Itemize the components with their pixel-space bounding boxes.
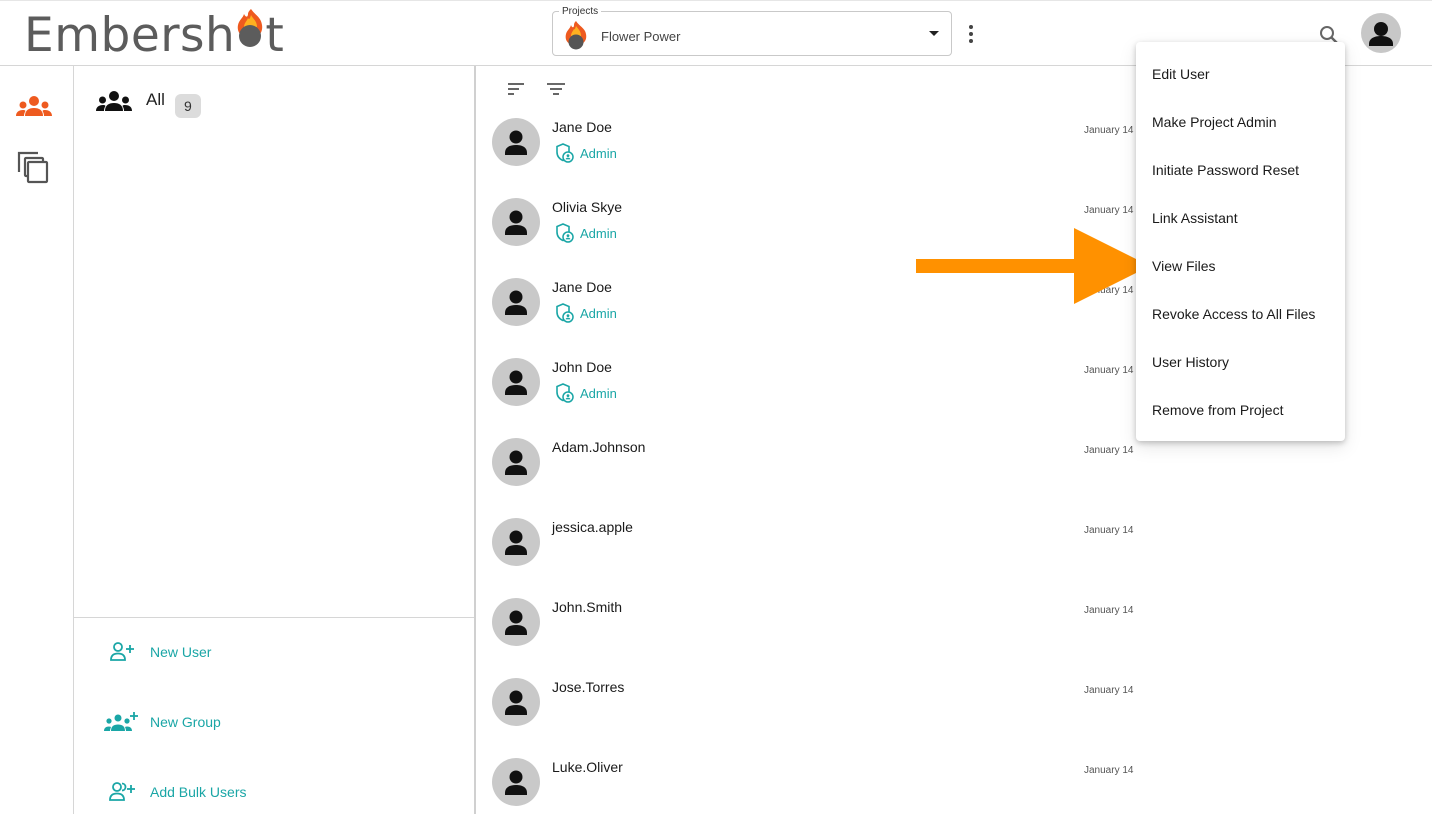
more-vert-icon[interactable] [962,25,980,49]
new-user-button[interactable]: New User [94,637,211,667]
admin-shield-icon [556,223,574,243]
logo-flame-icon [235,9,265,53]
logo-text-start: Embersh [24,8,236,63]
new-group-label: New Group [150,714,221,730]
menu-item-make-project-admin[interactable]: Make Project Admin [1136,98,1345,146]
avatar [492,278,540,326]
menu-item-revoke-access[interactable]: Revoke Access to All Files [1136,290,1345,338]
group-all[interactable]: All 9 [94,88,201,120]
user-date: January 14 [1084,125,1134,136]
user-name: Adam.Johnson [552,439,646,455]
user-name: John Doe [552,359,612,375]
new-group-button[interactable]: New Group [94,707,221,737]
chevron-down-icon [929,31,939,36]
user-name: Luke.Oliver [552,759,623,775]
user-role: Admin [580,305,617,321]
project-select-legend: Projects [559,7,602,17]
library-icon[interactable] [14,150,54,186]
avatar [492,678,540,726]
add-bulk-users-label: Add Bulk Users [150,784,247,800]
group-all-count-badge: 9 [174,94,201,118]
menu-item-link-assistant[interactable]: Link Assistant [1136,194,1345,242]
menu-item-user-history[interactable]: User History [1136,338,1345,386]
user-date: January 14 [1084,205,1134,216]
new-user-label: New User [150,644,212,660]
user-name: John.Smith [552,599,623,615]
project-select-value: Flower Power [601,29,681,44]
user-name: Jane Doe [552,279,612,295]
menu-item-edit-user[interactable]: Edit User [1136,50,1345,98]
project-logo-icon [565,21,587,50]
groups-panel: All 9 New User New Group Add Bulk Users [74,66,476,814]
app-logo[interactable]: Embersh t [24,9,284,63]
user-context-menu: Edit User Make Project Admin Initiate Pa… [1136,42,1345,441]
avatar [492,198,540,246]
group-add-icon [94,707,150,737]
admin-badge: Admin [554,302,617,324]
user-name: Olivia Skye [552,199,623,215]
user-date: January 14 [1084,685,1134,696]
admin-badge: Admin [554,142,617,164]
avatar [492,598,540,646]
user-role: Admin [580,385,617,401]
user-row[interactable]: John.Smith January 14 [492,598,1142,678]
user-row[interactable]: John Doe Admin January 14 [492,358,1142,438]
user-date: January 14 [1084,525,1134,536]
admin-shield-icon [556,303,574,323]
menu-item-initiate-password-reset[interactable]: Initiate Password Reset [1136,146,1345,194]
user-role: Admin [580,225,617,241]
user-date: January 14 [1084,765,1134,776]
user-row[interactable]: jessica.apple January 14 [492,518,1142,598]
groups-actions: New User New Group Add Bulk Users [74,617,474,814]
project-select[interactable]: Projects Flower Power [552,7,952,56]
callout-arrow-icon [916,228,1150,304]
avatar [492,118,540,166]
admin-shield-icon [556,143,574,163]
sort-icon[interactable] [505,80,527,98]
user-date: January 14 [1084,605,1134,616]
filter-icon[interactable] [545,80,567,98]
user-row[interactable]: Jane Doe Admin January 14 [492,118,1142,198]
admin-badge: Admin [554,222,617,244]
user-name: jessica.apple [552,519,633,535]
admin-shield-icon [556,383,574,403]
menu-item-view-files[interactable]: View Files [1136,242,1345,290]
user-name: Jane Doe [552,119,612,135]
group-all-label: All [146,90,165,109]
menu-item-remove-from-project[interactable]: Remove from Project [1136,386,1345,434]
avatar [492,518,540,566]
avatar [492,438,540,486]
user-row[interactable]: Jose.Torres January 14 [492,678,1142,758]
add-bulk-users-button[interactable]: Add Bulk Users [94,777,246,807]
user-row[interactable]: Luke.Oliver January 14 [492,758,1142,814]
user-row[interactable]: Adam.Johnson January 14 [492,438,1142,518]
people-add-icon [94,777,150,807]
person-add-icon [94,637,150,667]
user-name: Jose.Torres [552,679,625,695]
account-icon[interactable] [1361,13,1401,53]
logo-text-end: t [265,8,285,63]
nav-rail [0,66,74,814]
admin-badge: Admin [554,382,617,404]
user-role: Admin [580,145,617,161]
avatar [492,758,540,806]
user-date: January 14 [1084,365,1134,376]
groups-icon[interactable] [14,90,54,126]
avatar [492,358,540,406]
user-date: January 14 [1084,445,1134,456]
groups-icon [96,91,132,111]
